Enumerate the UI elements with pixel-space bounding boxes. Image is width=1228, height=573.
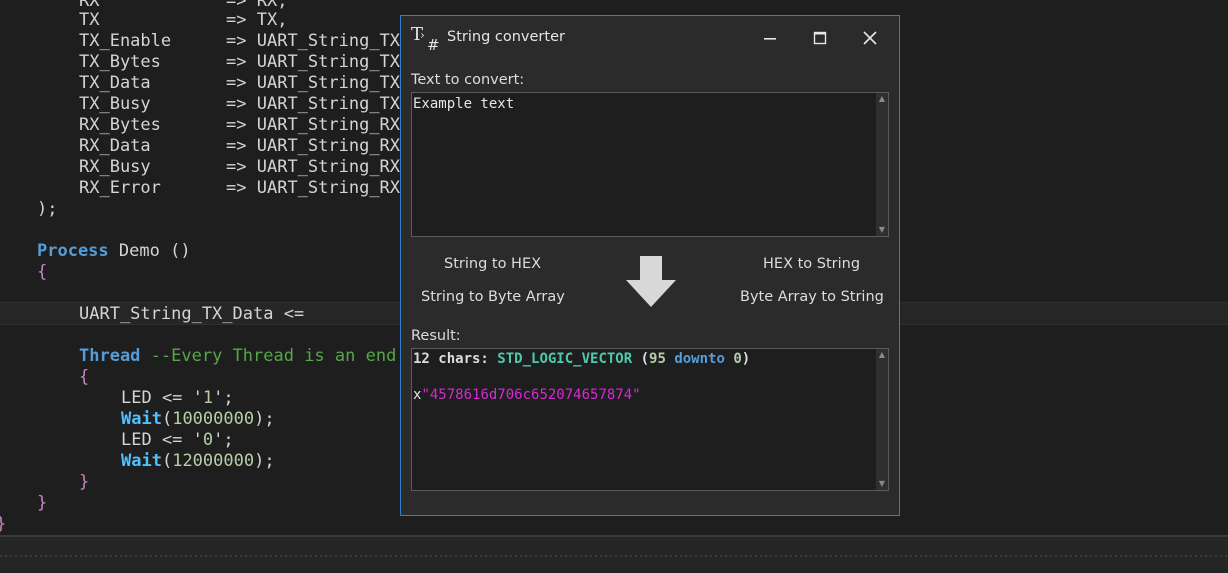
code-line: => TX,	[226, 10, 288, 30]
code-line: Process Demo ()	[37, 241, 191, 261]
input-scrollbar[interactable]: ▲ ▼	[876, 93, 888, 236]
code-line: );	[37, 199, 58, 219]
result-scrollbar[interactable]: ▲ ▼	[876, 349, 888, 490]
result-line-1: 12 chars: STD_LOGIC_VECTOR (95 downto 0)	[413, 351, 751, 367]
string-to-hex-button[interactable]: String to HEX	[444, 256, 541, 272]
scroll-down-icon[interactable]: ▼	[876, 478, 888, 490]
code-line: => UART_String_TX	[226, 73, 401, 93]
byte-array-to-string-button[interactable]: Byte Array to String	[740, 289, 884, 305]
result-label: Result:	[411, 328, 461, 344]
result-output[interactable]: 12 chars: STD_LOGIC_VECTOR (95 downto 0)…	[411, 348, 889, 491]
string-converter-dialog: T › # String converter Text to convert: Ex…	[400, 15, 900, 516]
code-line: }	[79, 472, 90, 492]
string-converter-app-icon: T › #	[411, 24, 440, 54]
code-line: RX_Busy	[79, 157, 151, 177]
close-button[interactable]	[845, 16, 895, 60]
code-line: RX_Bytes	[79, 115, 161, 135]
code-line: }	[0, 514, 6, 535]
code-line: TX_Busy	[79, 94, 151, 114]
code-line: RX_Error	[79, 178, 161, 198]
code-line: TX_Data	[79, 73, 151, 93]
window-title: String converter	[447, 29, 565, 45]
minimize-icon	[764, 38, 776, 40]
code-line: TX_Enable	[79, 31, 172, 51]
text-to-convert-input[interactable]: Example text ▲ ▼	[411, 92, 889, 237]
code-line: UART_String_TX_Data <=	[79, 304, 305, 324]
input-label: Text to convert:	[411, 72, 525, 88]
input-text: Example text	[413, 96, 515, 112]
scroll-down-icon[interactable]: ▼	[876, 224, 888, 236]
code-line: => UART_String_RX	[226, 157, 401, 177]
maximize-icon	[813, 31, 827, 45]
close-icon	[863, 31, 877, 45]
code-line: }	[37, 493, 48, 513]
bottom-panel-splitter[interactable]	[0, 535, 1228, 573]
hex-to-string-button[interactable]: HEX to String	[763, 256, 860, 272]
result-line-2: x"4578616d706c652074657874"	[413, 387, 641, 403]
code-line: {	[79, 367, 90, 387]
code-line: => UART_String_TX	[226, 52, 401, 72]
code-line: TX	[79, 10, 100, 30]
code-line: => UART_String_RX	[226, 136, 401, 156]
code-line: LED <= '0';	[121, 430, 234, 450]
arrow-down-icon	[626, 256, 676, 307]
code-line: => UART_String_TX	[226, 94, 401, 114]
code-line: TX_Bytes	[79, 52, 161, 72]
splitter-grip	[0, 555, 1228, 557]
code-line: Wait(12000000);	[121, 451, 275, 471]
scroll-up-icon[interactable]: ▲	[876, 93, 888, 105]
minimize-button[interactable]	[745, 16, 795, 60]
code-line: RX_Data	[79, 136, 151, 156]
code-line: {	[37, 262, 48, 282]
maximize-button[interactable]	[795, 16, 845, 60]
code-line: => UART_String_RX	[226, 115, 401, 135]
code-line: Thread --Every Thread is an end	[79, 346, 397, 366]
scroll-up-icon[interactable]: ▲	[876, 349, 888, 361]
title-bar[interactable]: T › # String converter	[401, 16, 899, 60]
code-line: => UART_String_TX	[226, 31, 401, 51]
code-line: => UART_String_RX	[226, 178, 401, 198]
code-line: Wait(10000000);	[121, 409, 275, 429]
code-line: LED <= '1';	[121, 388, 234, 408]
string-to-byte-array-button[interactable]: String to Byte Array	[421, 289, 565, 305]
